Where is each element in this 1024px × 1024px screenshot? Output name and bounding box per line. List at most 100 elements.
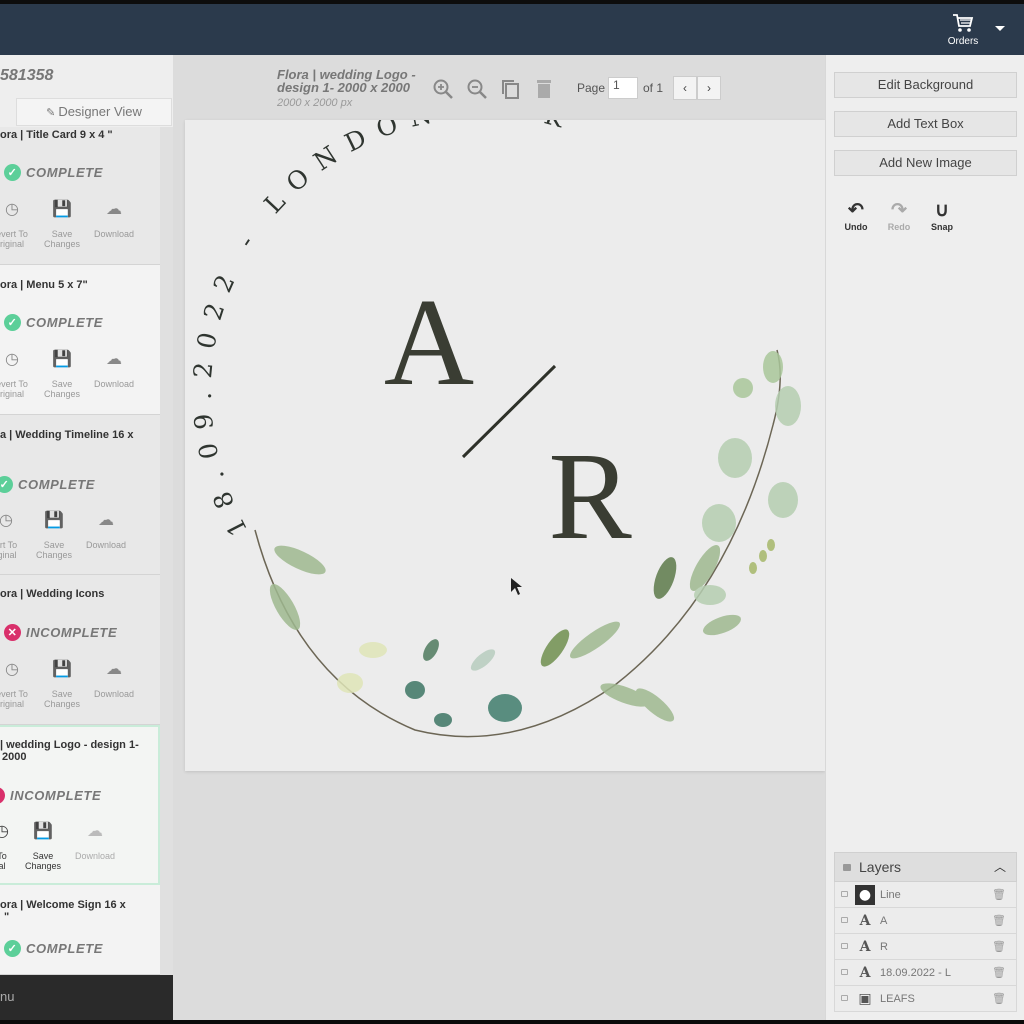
page-total-label: of 1 bbox=[643, 81, 664, 95]
product-card-title: a | Wedding Timeline 16 x bbox=[0, 429, 134, 441]
save-icon: 💾 bbox=[52, 661, 72, 678]
x-icon: ✕ bbox=[0, 787, 5, 804]
product-card[interactable]: ora | Title Card 9 x 4 " ✓COMPLETE ◷ever… bbox=[0, 127, 160, 265]
logo-artwork[interactable]: 18.09.2022 - LONDON - UK A R bbox=[185, 94, 825, 771]
status-badge: ✓ COMPLETE bbox=[4, 164, 103, 181]
text-layer-icon: A bbox=[859, 939, 871, 955]
check-icon: ✓ bbox=[0, 476, 13, 493]
next-page-button[interactable]: › bbox=[697, 76, 721, 100]
save-icon: 💾 bbox=[33, 823, 53, 840]
cloud-download-icon: ☁ bbox=[106, 201, 122, 218]
product-card-active[interactable]: | wedding Logo - design 1-2000 ✕INCOMPLE… bbox=[0, 725, 160, 885]
tools-panel: Edit Background Add Text Box Add New Ima… bbox=[825, 55, 1024, 1020]
unlock-icon[interactable] bbox=[841, 995, 848, 1001]
lock-icon bbox=[843, 864, 851, 871]
download-button[interactable]: ☁ Download bbox=[86, 351, 142, 390]
product-card[interactable]: a | Wedding Timeline 16 x ✓COMPLETE ◷ert… bbox=[0, 415, 160, 575]
chevron-right-icon: › bbox=[707, 81, 711, 95]
trash-icon[interactable]: 🗑 bbox=[992, 966, 1006, 979]
page-label: Page bbox=[577, 81, 606, 95]
document-title: Flora | wedding Logo - design 1- 2000 x 2… bbox=[277, 67, 416, 95]
duplicate-icon[interactable] bbox=[500, 78, 522, 100]
leaf-wreath-image[interactable] bbox=[254, 349, 801, 738]
unlock-icon[interactable] bbox=[841, 891, 848, 897]
product-card[interactable]: ora | Welcome Sign 16 x " ✓ COMPLETE bbox=[0, 885, 160, 975]
product-card-title: ora | Menu 5 x 7" bbox=[0, 279, 88, 291]
product-card-list: ora | Title Card 9 x 4 " ✓COMPLETE ◷ever… bbox=[0, 127, 160, 975]
order-id: 581358 bbox=[0, 67, 54, 84]
layers-header[interactable]: Layers ︿ bbox=[834, 852, 1017, 882]
text-layer-icon: A bbox=[859, 913, 871, 929]
zoom-out-icon[interactable] bbox=[466, 78, 488, 100]
status-badge: ✓ COMPLETE bbox=[4, 314, 103, 331]
trash-icon[interactable]: 🗑 bbox=[992, 888, 1006, 901]
trash-icon[interactable] bbox=[534, 78, 554, 100]
pencil-icon: ✎ bbox=[46, 107, 56, 119]
status-badge: ✕INCOMPLETE bbox=[0, 787, 101, 804]
trash-icon[interactable]: 🗑 bbox=[992, 940, 1006, 953]
status-badge: ✓ COMPLETE bbox=[4, 940, 103, 957]
product-card-title: ora | Title Card 9 x 4 " bbox=[0, 129, 113, 141]
download-button[interactable]: ☁ Download bbox=[86, 661, 142, 700]
product-list-scrollbar[interactable] bbox=[160, 127, 173, 975]
monogram-divider-line[interactable] bbox=[461, 364, 557, 459]
layer-row[interactable]: A A 🗑 bbox=[834, 908, 1017, 934]
save-changes-button[interactable]: 💾 Save Changes bbox=[15, 823, 71, 872]
cloud-download-icon: ☁ bbox=[98, 512, 114, 529]
add-new-image-button[interactable]: Add New Image bbox=[834, 150, 1017, 176]
layer-row[interactable]: ● Line 🗑 bbox=[834, 882, 1017, 908]
layer-row[interactable]: A R 🗑 bbox=[834, 934, 1017, 960]
account-dropdown-icon[interactable] bbox=[995, 26, 1005, 31]
orders-label: Orders bbox=[947, 36, 979, 47]
chevron-left-icon: ‹ bbox=[683, 81, 687, 95]
redo-icon: ↷ bbox=[891, 200, 907, 221]
product-card-title: | wedding Logo - design 1- 2000 bbox=[0, 739, 139, 763]
product-card[interactable]: ora | Wedding Icons ✕INCOMPLETE ◷evert T… bbox=[0, 575, 160, 725]
save-changes-button[interactable]: 💾 Save Changes bbox=[34, 661, 90, 710]
download-button[interactable]: ☁ Download bbox=[67, 823, 123, 862]
monogram-letter-r[interactable]: R bbox=[548, 428, 632, 566]
save-changes-button[interactable]: 💾 Save Changes bbox=[34, 201, 90, 250]
download-button[interactable]: ☁ Download bbox=[78, 512, 134, 551]
layer-row[interactable]: ▣ LEAFS 🗑 bbox=[834, 986, 1017, 1012]
zoom-in-icon[interactable] bbox=[432, 78, 454, 100]
cloud-download-icon: ☁ bbox=[106, 351, 122, 368]
cloud-download-icon: ☁ bbox=[106, 661, 122, 678]
product-card-title: ora | Welcome Sign 16 x " bbox=[0, 899, 126, 923]
undo-icon: ↶ bbox=[848, 200, 864, 221]
product-card[interactable]: ora | Menu 5 x 7" ✓COMPLETE ◷evert Torig… bbox=[0, 265, 160, 415]
text-layer-icon: A bbox=[859, 965, 871, 981]
orders-button[interactable]: Orders bbox=[940, 12, 986, 47]
page-number-input[interactable]: 1 bbox=[608, 77, 638, 99]
add-text-box-button[interactable]: Add Text Box bbox=[834, 111, 1017, 137]
top-bar: Orders bbox=[0, 0, 1024, 55]
undo-button[interactable]: ↶ Undo bbox=[841, 200, 871, 232]
shape-layer-icon: ● bbox=[855, 885, 875, 905]
download-button[interactable]: ☁ Download bbox=[86, 201, 142, 240]
design-canvas[interactable]: 18.09.2022 - LONDON - UK A R bbox=[185, 94, 825, 771]
menu-label: nu bbox=[0, 989, 15, 1004]
status-badge: ✕INCOMPLETE bbox=[4, 624, 117, 641]
unlock-icon[interactable] bbox=[841, 969, 848, 975]
menu-bar[interactable]: nu bbox=[0, 975, 173, 1020]
layers-panel: Layers ︿ ● Line 🗑 A A 🗑 A R 🗑 A 18.09.20… bbox=[834, 852, 1017, 1012]
trash-icon[interactable]: 🗑 bbox=[992, 914, 1006, 927]
designer-view-tab[interactable]: ✎ Designer View bbox=[16, 98, 172, 126]
redo-button[interactable]: ↷ Redo bbox=[884, 200, 914, 232]
edit-background-button[interactable]: Edit Background bbox=[834, 72, 1017, 98]
cloud-download-icon: ☁ bbox=[87, 823, 103, 840]
unlock-icon[interactable] bbox=[841, 943, 848, 949]
save-changes-button[interactable]: 💾 Save Changes bbox=[26, 512, 82, 561]
monogram-letter-a[interactable]: A bbox=[384, 274, 474, 412]
chevron-up-icon[interactable]: ︿ bbox=[994, 853, 1006, 881]
unlock-icon[interactable] bbox=[841, 917, 848, 923]
save-icon: 💾 bbox=[52, 351, 72, 368]
trash-icon[interactable]: 🗑 bbox=[992, 992, 1006, 1005]
save-changes-button[interactable]: 💾 Save Changes bbox=[34, 351, 90, 400]
previous-page-button[interactable]: ‹ bbox=[673, 76, 697, 100]
save-icon: 💾 bbox=[44, 512, 64, 529]
save-icon: 💾 bbox=[52, 201, 72, 218]
image-layer-icon: ▣ bbox=[858, 991, 872, 1007]
snap-button[interactable]: ∪ Snap bbox=[927, 200, 957, 232]
layer-row[interactable]: A 18.09.2022 - L 🗑 bbox=[834, 960, 1017, 986]
